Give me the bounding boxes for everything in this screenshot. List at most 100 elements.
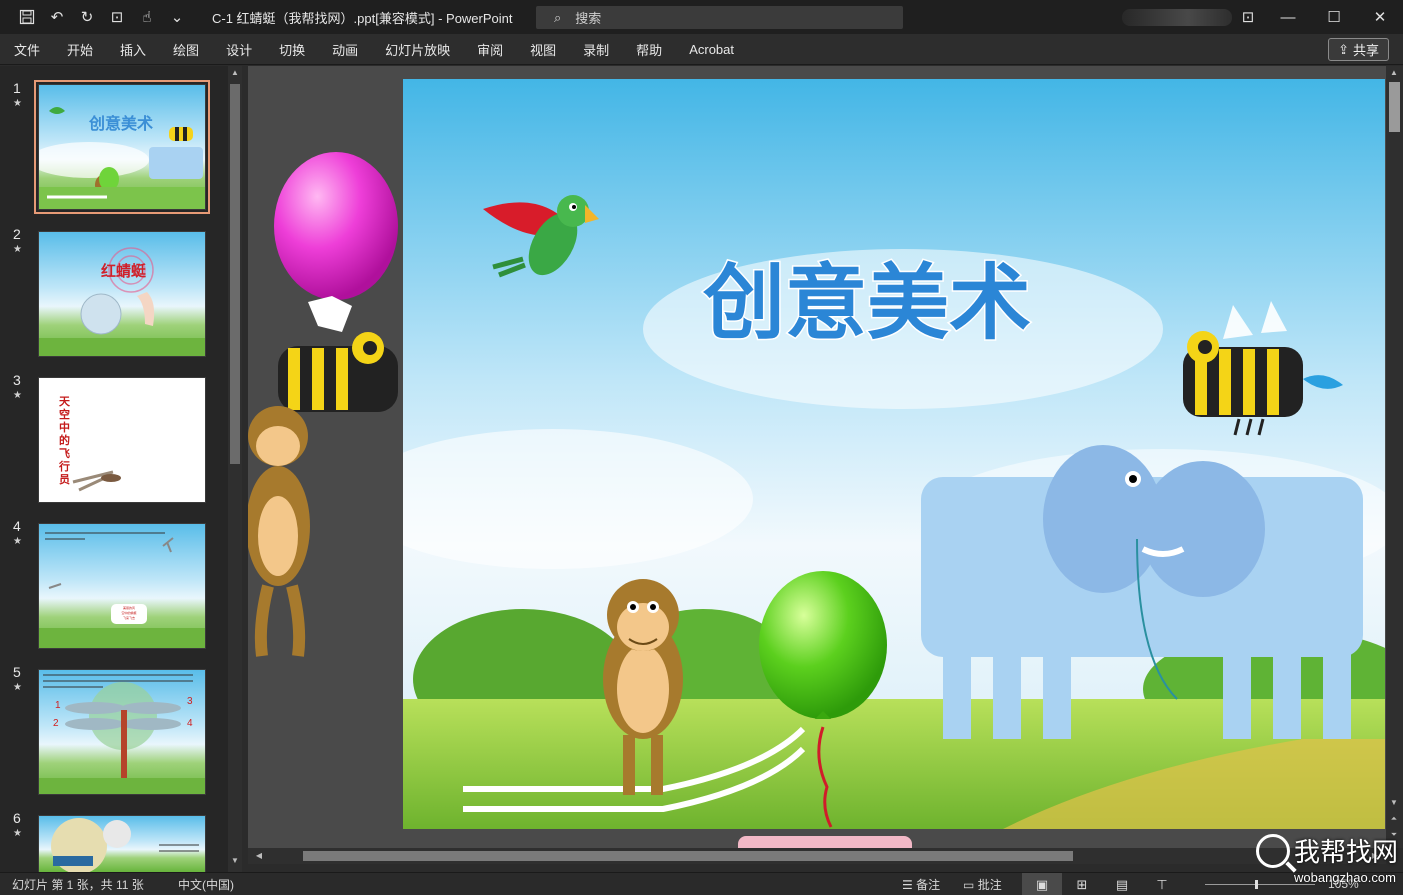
vertical-scroll-thumb[interactable] <box>1389 82 1400 132</box>
slide-title[interactable]: 创意美术 <box>701 255 1033 353</box>
thumb-speech-bubble: 美丽的风 空中的蜻蜓 飞来飞去 <box>111 604 147 624</box>
customize-qat-icon[interactable]: ⌄ <box>164 4 190 30</box>
tab-slideshow[interactable]: 幻灯片放映 <box>385 40 450 59</box>
thumbnail-scroll-thumb[interactable] <box>230 84 240 464</box>
minimize-icon[interactable]: — <box>1265 0 1311 34</box>
current-slide[interactable]: 创意美术 <box>403 79 1385 829</box>
notes-button[interactable]: ☰ 备注 <box>902 876 940 893</box>
title-bar: ↶ ↻ ⊡ ☝ ⌄ C-1 红蜻蜓（我帮找网）.ppt[兼容模式] - Powe… <box>0 0 1403 34</box>
tab-transitions[interactable]: 切换 <box>279 40 305 59</box>
search-icon: ⌕ <box>554 9 562 25</box>
share-label: 共享 <box>1352 43 1379 58</box>
presentation-icon[interactable]: ⊡ <box>104 4 130 30</box>
share-button[interactable]: ⇪ 共享 <box>1328 38 1389 61</box>
animation-star-icon: ★ <box>13 98 22 109</box>
scroll-up-icon[interactable]: ▲ <box>228 68 242 77</box>
ribbon-tabs: 文件 开始 插入 绘图 设计 切换 动画 幻灯片放映 审阅 视图 录制 帮助 A… <box>0 34 1403 65</box>
share-icon: ⇪ <box>1338 41 1349 57</box>
slide-thumbnail-1[interactable]: 创意美术 <box>34 80 210 214</box>
tab-animations[interactable]: 动画 <box>332 40 358 59</box>
touch-mode-icon[interactable]: ☝ <box>134 4 160 30</box>
slide-thumbnail-5[interactable]: 1 2 3 4 <box>38 669 206 795</box>
slide-number: 2 <box>13 226 21 242</box>
slide-thumbnail-6[interactable] <box>38 815 206 873</box>
slide-number: 6 <box>13 810 21 826</box>
slide-canvas[interactable]: 创意美术 <box>403 79 1385 829</box>
thumb-label: 3 <box>187 696 193 707</box>
slide-number: 3 <box>13 372 21 388</box>
previous-slide-icon[interactable]: ⏶ <box>1387 814 1401 824</box>
slide-number: 4 <box>13 518 21 534</box>
thumb-title: 红蜻蜓 <box>101 262 147 280</box>
watermark-text: 我帮找网 <box>1294 838 1399 868</box>
normal-view-button[interactable]: ▣ <box>1022 873 1062 895</box>
offslide-objects[interactable] <box>248 66 408 848</box>
tab-insert[interactable]: 插入 <box>120 40 146 59</box>
editor-vertical-scrollbar[interactable]: ▲ ▼ ⏶ ⏷ <box>1386 66 1403 848</box>
reading-view-button[interactable]: ▤ <box>1102 873 1142 895</box>
magnifier-watermark-icon <box>1256 834 1290 868</box>
undo-icon[interactable]: ↶ <box>44 4 70 30</box>
slide-thumbnail-4[interactable]: 美丽的风 空中的蜻蜓 飞来飞去 <box>38 523 206 649</box>
slide-number: 5 <box>13 664 21 680</box>
tab-help[interactable]: 帮助 <box>636 40 662 59</box>
slide-number: 1 <box>13 80 21 96</box>
main-area: 1 ★ 创意美术 2 ★ 红蜻蜓 3 ★ 天空中的飞行员 4 ★ 美丽的风 空中… <box>0 66 1403 873</box>
redo-icon[interactable]: ↻ <box>74 4 100 30</box>
slide-sorter-button[interactable]: ⊞ <box>1062 873 1102 895</box>
tab-file[interactable]: 文件 <box>14 40 40 59</box>
notes-label: 备注 <box>916 877 941 892</box>
tab-home[interactable]: 开始 <box>67 40 93 59</box>
animation-star-icon: ★ <box>13 536 22 547</box>
slide-count: 幻灯片 第 1 张，共 11 张 <box>12 877 144 892</box>
reading-view-icon: ▤ <box>1115 876 1129 892</box>
maximize-icon[interactable]: ☐ <box>1311 0 1357 34</box>
animation-star-icon: ★ <box>13 682 22 693</box>
quick-access-toolbar: ↶ ↻ ⊡ ☝ ⌄ <box>0 0 190 34</box>
editor-horizontal-scrollbar[interactable]: ◀ ▶ <box>248 848 1386 864</box>
window-controls: ⊡ — ☐ ✕ <box>1231 0 1403 34</box>
comments-label: 批注 <box>977 877 1002 892</box>
scroll-up-icon[interactable]: ▲ <box>1387 68 1401 77</box>
horizontal-scroll-thumb[interactable] <box>303 851 1073 861</box>
slideshow-icon: ⊤ <box>1156 876 1168 892</box>
slide-editor[interactable]: 创意美术 <box>248 66 1386 848</box>
watermark: 我帮找网 wobangzhao.com <box>1250 828 1400 892</box>
scroll-down-icon[interactable]: ▼ <box>1387 798 1401 807</box>
comments-button[interactable]: ▭ 批注 <box>963 876 1002 893</box>
tab-draw[interactable]: 绘图 <box>173 40 199 59</box>
slide-thumbnail-3[interactable]: 天空中的飞行员 <box>38 377 206 503</box>
thumb-title: 创意美术 <box>88 114 153 133</box>
save-icon[interactable] <box>14 4 40 30</box>
slideshow-button[interactable]: ⊤ <box>1142 873 1182 895</box>
scroll-down-icon[interactable]: ▼ <box>228 856 242 865</box>
language-indicator[interactable]: 中文(中国) <box>178 876 234 893</box>
account-area[interactable] <box>1122 9 1232 26</box>
thumb-label: 4 <box>187 718 193 729</box>
scroll-left-icon[interactable]: ◀ <box>252 851 266 860</box>
animation-star-icon: ★ <box>13 244 22 255</box>
tab-design[interactable]: 设计 <box>226 40 252 59</box>
notes-icon: ☰ <box>902 877 913 892</box>
tab-review[interactable]: 审阅 <box>477 40 503 59</box>
thumb-label: 2 <box>53 718 59 729</box>
comments-icon: ▭ <box>963 877 975 892</box>
bottom-shape-preview[interactable] <box>738 836 912 848</box>
watermark-url: wobangzhao.com <box>1294 870 1396 885</box>
animation-star-icon: ★ <box>13 828 22 839</box>
document-title: C-1 红蜻蜓（我帮找网）.ppt[兼容模式] - PowerPoint <box>212 10 513 26</box>
thumbnail-scrollbar[interactable]: ▲ ▼ <box>228 66 242 872</box>
tab-view[interactable]: 视图 <box>530 40 556 59</box>
tab-acrobat[interactable]: Acrobat <box>689 42 734 57</box>
normal-view-icon: ▣ <box>1035 876 1049 892</box>
tab-record[interactable]: 录制 <box>583 40 609 59</box>
ribbon-display-icon[interactable]: ⊡ <box>1231 0 1265 34</box>
search-placeholder: 搜索 <box>575 11 602 26</box>
slide-thumbnail-pane[interactable]: 1 ★ 创意美术 2 ★ 红蜻蜓 3 ★ 天空中的飞行员 4 ★ 美丽的风 空中… <box>0 66 228 873</box>
slide-thumbnail-2[interactable]: 红蜻蜓 <box>38 231 206 357</box>
search-box[interactable]: ⌕ 搜索 <box>536 6 903 29</box>
slide-sorter-icon: ⊞ <box>1076 876 1088 892</box>
thumb-label: 1 <box>55 700 61 711</box>
animation-star-icon: ★ <box>13 390 22 401</box>
close-icon[interactable]: ✕ <box>1357 0 1403 34</box>
